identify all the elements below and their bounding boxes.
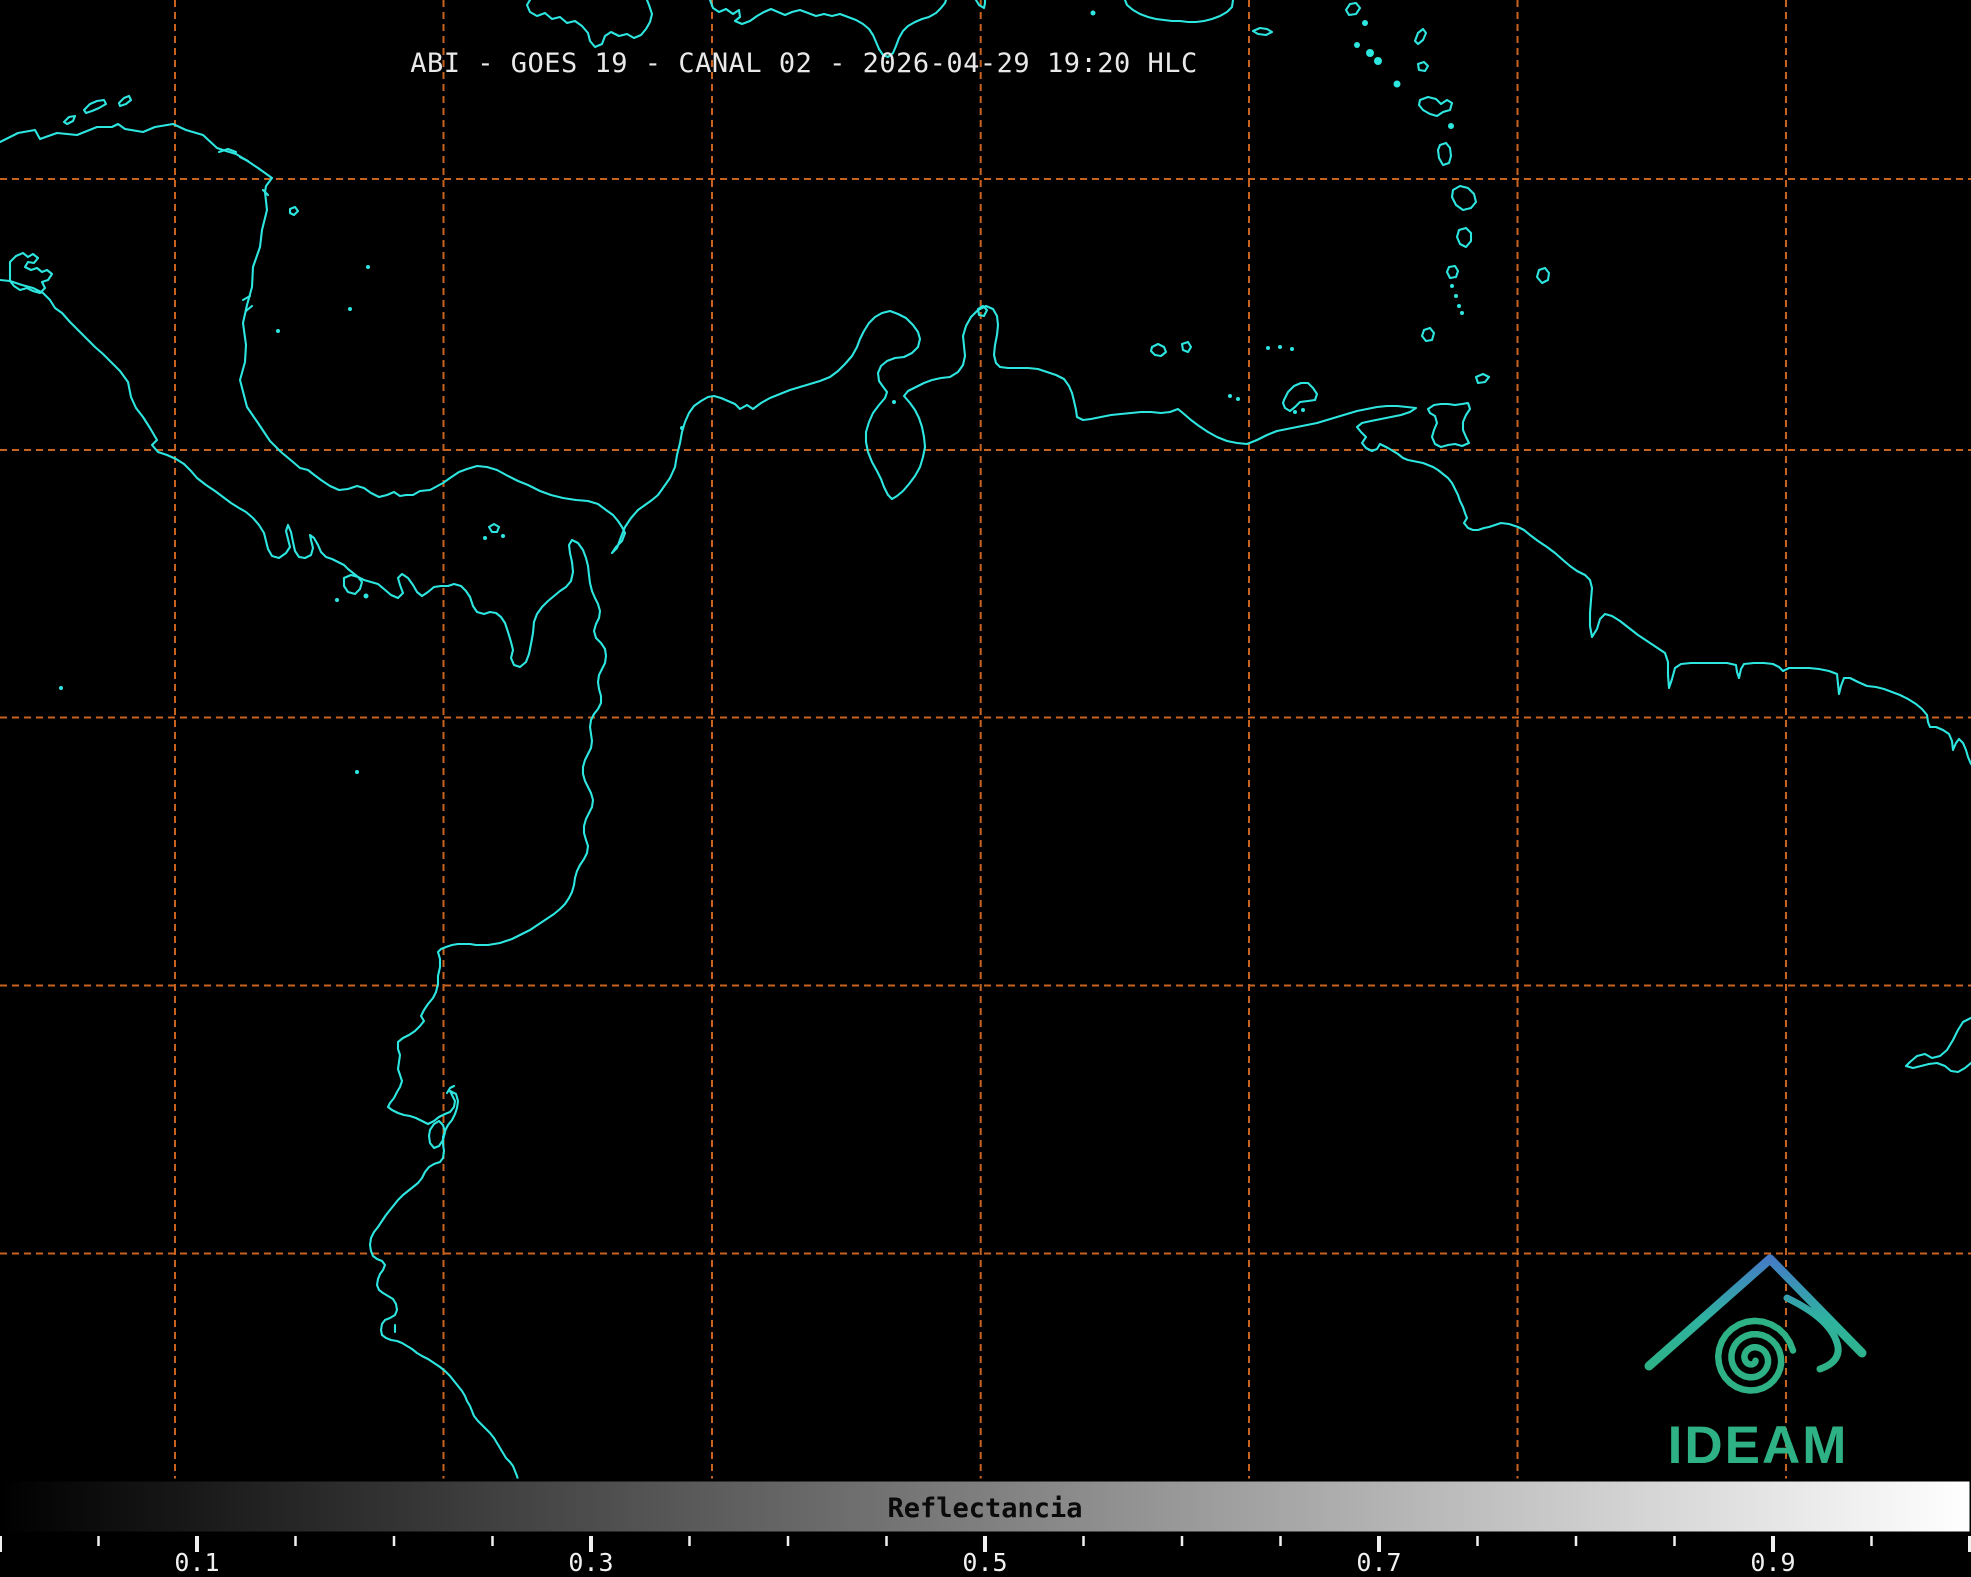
islet	[1293, 410, 1297, 414]
image-title: ABI - GOES 19 - CANAL 02 - 2026-04-29 19…	[410, 48, 1198, 79]
islet	[364, 594, 369, 599]
colorbar-title: Reflectancia	[887, 1493, 1082, 1524]
islet	[1236, 397, 1240, 401]
colorbar-tick-label: 0.5	[962, 1548, 1007, 1577]
islet	[1266, 346, 1270, 350]
islet	[1374, 57, 1382, 65]
islet	[1366, 49, 1374, 57]
satellite-image-viewport: ABI - GOES 19 - CANAL 02 - 2026-04-29 19…	[0, 0, 1971, 1577]
islet	[892, 400, 896, 404]
islet	[501, 534, 505, 538]
colorbar-tick-label: 0.7	[1356, 1548, 1401, 1577]
goes-satellite-map: ABI - GOES 19 - CANAL 02 - 2026-04-29 19…	[0, 0, 1971, 1577]
islet	[1091, 11, 1096, 16]
islet	[1228, 394, 1232, 398]
islet	[1394, 81, 1401, 88]
colorbar-tick-label: 0.3	[568, 1548, 613, 1577]
islet	[1457, 304, 1461, 308]
islet	[1354, 42, 1360, 48]
colorbar-tick-label: 0.9	[1750, 1548, 1795, 1577]
islet	[1448, 123, 1454, 129]
islet	[1301, 408, 1305, 412]
islet	[483, 536, 487, 540]
islet	[1278, 345, 1282, 349]
islet	[1290, 347, 1294, 351]
islet	[355, 770, 359, 774]
islet	[348, 307, 352, 311]
logo-wordmark: IDEAM	[1668, 1416, 1849, 1475]
islet	[276, 329, 280, 333]
islet	[59, 686, 63, 690]
islet	[1362, 20, 1368, 26]
islet	[366, 265, 370, 269]
islet	[1460, 311, 1464, 315]
islet	[1454, 294, 1458, 298]
islet	[680, 426, 684, 430]
colorbar-tick-label: 0.1	[174, 1548, 219, 1577]
islet	[1450, 284, 1454, 288]
islet	[335, 598, 339, 602]
